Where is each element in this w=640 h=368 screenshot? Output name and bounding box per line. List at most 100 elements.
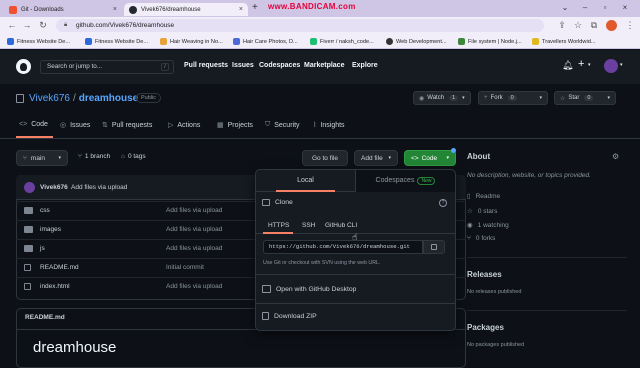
nav-pull-requests[interactable]: Pull requests [184,62,228,69]
tabs-divider [0,138,640,139]
nav-marketplace[interactable]: Marketplace [304,62,344,69]
avatar[interactable] [604,59,618,73]
close-tab-icon[interactable]: × [113,6,117,13]
download-zip-button[interactable]: Download ZIP [262,312,317,320]
bookmark-item[interactable]: Fitness Website De... [7,36,70,47]
code-button[interactable]: <> Code ▾ [404,150,456,166]
bookmark-item[interactable]: Hair Weaving in No... [160,36,223,47]
star-icon: ☆ [467,208,473,215]
profile-avatar[interactable] [606,20,617,31]
commit-message[interactable]: Add files via upload [71,184,127,191]
open-with-desktop-button[interactable]: Open with GitHub Desktop [262,285,356,293]
copy-url-button[interactable] [423,240,445,254]
repo-separator: / [72,93,76,104]
tags-link[interactable]: ⌂ 0 tags [121,153,146,160]
protocol-tab-https[interactable]: HTTPS [268,222,289,229]
url-bar[interactable]: 🔒︎ github.com/Vivek676/dreamhouse [56,19,544,32]
minimize-icon[interactable]: – [578,2,592,14]
tab-pull-requests[interactable]: ⇅ Pull requests [102,121,152,130]
tab-projects[interactable]: ▦ Projects [217,121,253,130]
file-commit-message[interactable]: Add files via upload [166,245,222,252]
tab-codespaces[interactable]: Codespaces New [355,170,455,192]
branch-select[interactable]: ⑂ main ▾ [16,150,68,166]
tab-code[interactable]: <> Code [19,121,48,128]
forks-link[interactable]: ⑂ 0 forks [467,235,495,242]
share-icon[interactable]: ⇪ [556,19,568,31]
browser-tab-git-downloads[interactable]: Git - Downloads × [4,3,122,16]
protocol-tab-github-cli[interactable]: GitHub CLI [325,222,357,229]
branches-link[interactable]: ⑂ 1 branch [78,153,110,160]
file-name[interactable]: js [40,245,45,252]
forward-icon[interactable]: → [21,19,33,31]
file-name[interactable]: README.md [40,264,79,271]
avatar[interactable] [24,182,35,193]
readme-filename[interactable]: README.md [25,314,65,321]
tab-local[interactable]: Local [256,170,355,192]
file-commit-message[interactable]: Add files via upload [166,283,222,290]
file-commit-message[interactable]: Add files via upload [166,226,222,233]
browser-menu-icon[interactable]: ⋮ [624,19,636,31]
nav-codespaces[interactable]: Codespaces [259,62,300,69]
watching-link[interactable]: ◉ 1 watching [467,221,509,230]
bookmark-item[interactable]: Fitness Website De... [85,36,148,47]
nav-explore[interactable]: Explore [352,62,378,69]
add-file-button[interactable]: Add file ▾ [354,150,398,166]
bookmark-item[interactable]: Web Development... [386,36,447,47]
github-favicon-icon [129,5,137,14]
new-tab-icon[interactable]: + [252,2,258,13]
repo-owner-link[interactable]: Vivek676 [29,93,70,104]
bookmark-item[interactable]: Fiverr / naksh_code... [310,36,374,47]
packages-title[interactable]: Packages [467,323,504,332]
tab-label: Security [274,121,300,129]
bookmark-label: Fitness Website De... [17,38,71,45]
stars-count: 0 stars [477,207,498,215]
stars-link[interactable]: ☆ 0 stars [467,207,498,216]
fork-button[interactable]: ⑂ Fork 0 ▾ [478,91,548,105]
bookmark-item[interactable]: File system | Node.j... [458,36,522,47]
reload-icon[interactable]: ↻ [37,19,49,31]
close-window-icon[interactable]: × [618,2,632,14]
protocol-tab-ssh[interactable]: SSH [302,222,315,229]
file-commit-message[interactable]: Add files via upload [166,207,222,214]
tab-title: Git - Downloads [21,6,64,13]
file-commit-message[interactable]: Initial commit [166,264,204,271]
back-icon[interactable]: ← [6,19,18,31]
bookmark-item[interactable]: Travellers Worldwid... [532,36,595,47]
extensions-icon[interactable]: ⧉ [588,19,600,31]
branch-icon: ⑂ [78,153,82,160]
github-logo-icon[interactable] [16,59,31,74]
file-name[interactable]: css [40,207,50,214]
releases-title[interactable]: Releases [467,270,502,279]
bookmark-item[interactable]: Hair Care Photos, D... [233,36,298,47]
tab-issues[interactable]: ◎ Issues [60,121,90,130]
dropdown-divider [256,303,455,304]
clone-url-input[interactable]: https://github.com/Vivek676/dreamhouse.g… [263,240,423,254]
repo-name-link[interactable]: dreamhouse [79,93,138,104]
close-tab-icon[interactable]: × [239,6,243,13]
nav-issues[interactable]: Issues [232,62,254,69]
folder-icon [24,226,33,233]
browser-tab-dreamhouse[interactable]: Vivek676/dreamhouse × [124,3,248,16]
packages-text: No packages published [467,342,525,348]
file-name[interactable]: index.html [40,283,70,290]
watch-button[interactable]: ◉ Watch 1 ▾ [413,91,471,105]
gear-icon[interactable]: ⚙︎ [612,152,619,161]
go-to-file-button[interactable]: Go to file [302,150,348,166]
create-new-plus-icon[interactable]: + [578,58,584,70]
tab-label: Code [31,121,48,128]
notifications-bell-icon[interactable]: 🔔︎ [562,60,573,71]
star-button[interactable]: ☆ Star 0 ▾ [554,91,616,105]
maximize-icon[interactable]: ▫ [598,2,612,14]
search-input[interactable]: Search or jump to... / [40,60,174,74]
bookmark-favicon-icon [85,38,92,45]
tags-count: 0 tags [127,153,146,160]
tab-search-icon[interactable]: ⌄ [558,2,572,14]
file-name[interactable]: images [40,226,61,233]
bookmark-star-icon[interactable]: ☆ [572,19,584,31]
help-icon[interactable]: ? [439,199,447,207]
tab-actions[interactable]: ▷ Actions [168,121,200,130]
commit-author[interactable]: Vivek676 [40,184,68,191]
readme-link[interactable]: ▯ Readme [467,192,500,201]
tab-insights[interactable]: ⌇ Insights [313,121,345,130]
tab-security[interactable]: ⛉ Security [265,121,300,129]
